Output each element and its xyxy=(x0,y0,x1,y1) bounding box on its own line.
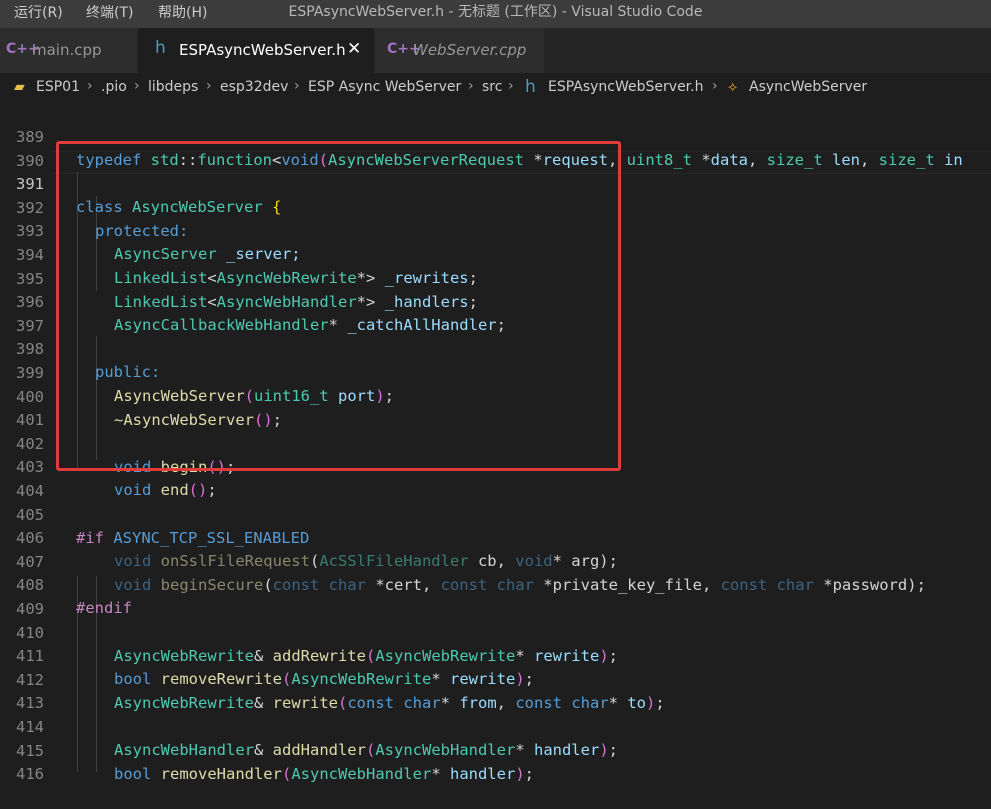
code-line: 413 xyxy=(0,669,991,712)
breadcrumb-item[interactable]: src xyxy=(482,79,502,95)
tab-espasyncwebserver-h[interactable]: h ESPAsyncWebServer.h ✕ xyxy=(138,28,375,73)
code-line: 408 #endif xyxy=(0,551,991,617)
chevron-right-icon: › xyxy=(712,78,718,94)
breadcrumb-item[interactable]: AsyncWebServer xyxy=(749,79,867,95)
chevron-right-icon: › xyxy=(87,78,93,94)
tab-label: WebServer.cpp xyxy=(413,41,527,59)
code-line: 389 typedef std::function<void(AsyncWebS… xyxy=(0,103,991,169)
code-line: 406 void onSslFileRequest(AcSSlFileHandl… xyxy=(0,504,991,570)
code-line: 412 AsyncWebRewrite& rewrite(const char*… xyxy=(0,646,991,712)
breadcrumb-item[interactable]: ESP Async WebServer xyxy=(308,79,461,95)
code-line: 416 xyxy=(0,740,991,783)
chevron-right-icon: › xyxy=(468,78,474,94)
chevron-right-icon: › xyxy=(508,78,514,94)
tab-label: main.cpp xyxy=(32,41,102,59)
highlight-box xyxy=(56,141,621,471)
code-line: 409 xyxy=(0,575,991,618)
tab-main-cpp[interactable]: C++ main.cpp xyxy=(0,28,138,73)
breadcrumb-item[interactable]: ESPAsyncWebServer.h xyxy=(548,79,703,95)
code-line: 410 AsyncWebRewrite& addRewrite(AsyncWeb… xyxy=(0,599,991,665)
breadcrumb: ▰ ESP01 › .pio › libdeps › esp32dev › ES… xyxy=(0,73,991,103)
code-line: 405 #if ASYNC_TCP_SSL_ENABLED xyxy=(0,481,991,547)
header-file-icon: h xyxy=(525,77,536,97)
code-line: 407 void beginSecure(const char *cert, c… xyxy=(0,528,991,594)
chevron-right-icon: › xyxy=(294,78,300,94)
code-line: 414 AsyncWebHandler& addHandler(AsyncWeb… xyxy=(0,693,991,759)
tab-webserver-cpp[interactable]: C++ WebServer.cpp xyxy=(375,28,545,73)
tab-bar: C++ main.cpp h ESPAsyncWebServer.h ✕ C++… xyxy=(0,28,991,73)
chevron-right-icon: › xyxy=(134,78,140,94)
chevron-right-icon: › xyxy=(206,78,212,94)
line-number: 416 xyxy=(16,765,44,784)
tab-label: ESPAsyncWebServer.h xyxy=(179,41,346,59)
class-symbol-icon: ⟡ xyxy=(728,79,738,95)
code-line: 411 bool removeRewrite(AsyncWebRewrite* … xyxy=(0,622,991,688)
breadcrumb-item[interactable]: libdeps xyxy=(148,79,198,95)
title-bar: 运行(R) 终端(T) 帮助(H) ESPAsyncWebServer.h - … xyxy=(0,0,991,28)
window-title: ESPAsyncWebServer.h - 无标题 (工作区) - Visual… xyxy=(288,4,703,20)
close-icon[interactable]: ✕ xyxy=(347,39,361,59)
breadcrumb-item[interactable]: ESP01 xyxy=(36,79,80,95)
code-line: 415 bool removeHandler(AsyncWebHandler* … xyxy=(0,717,991,783)
folder-icon: ▰ xyxy=(14,79,25,95)
breadcrumb-item[interactable]: esp32dev xyxy=(220,79,288,95)
header-file-icon: h xyxy=(155,38,166,58)
breadcrumb-item[interactable]: .pio xyxy=(101,79,127,95)
